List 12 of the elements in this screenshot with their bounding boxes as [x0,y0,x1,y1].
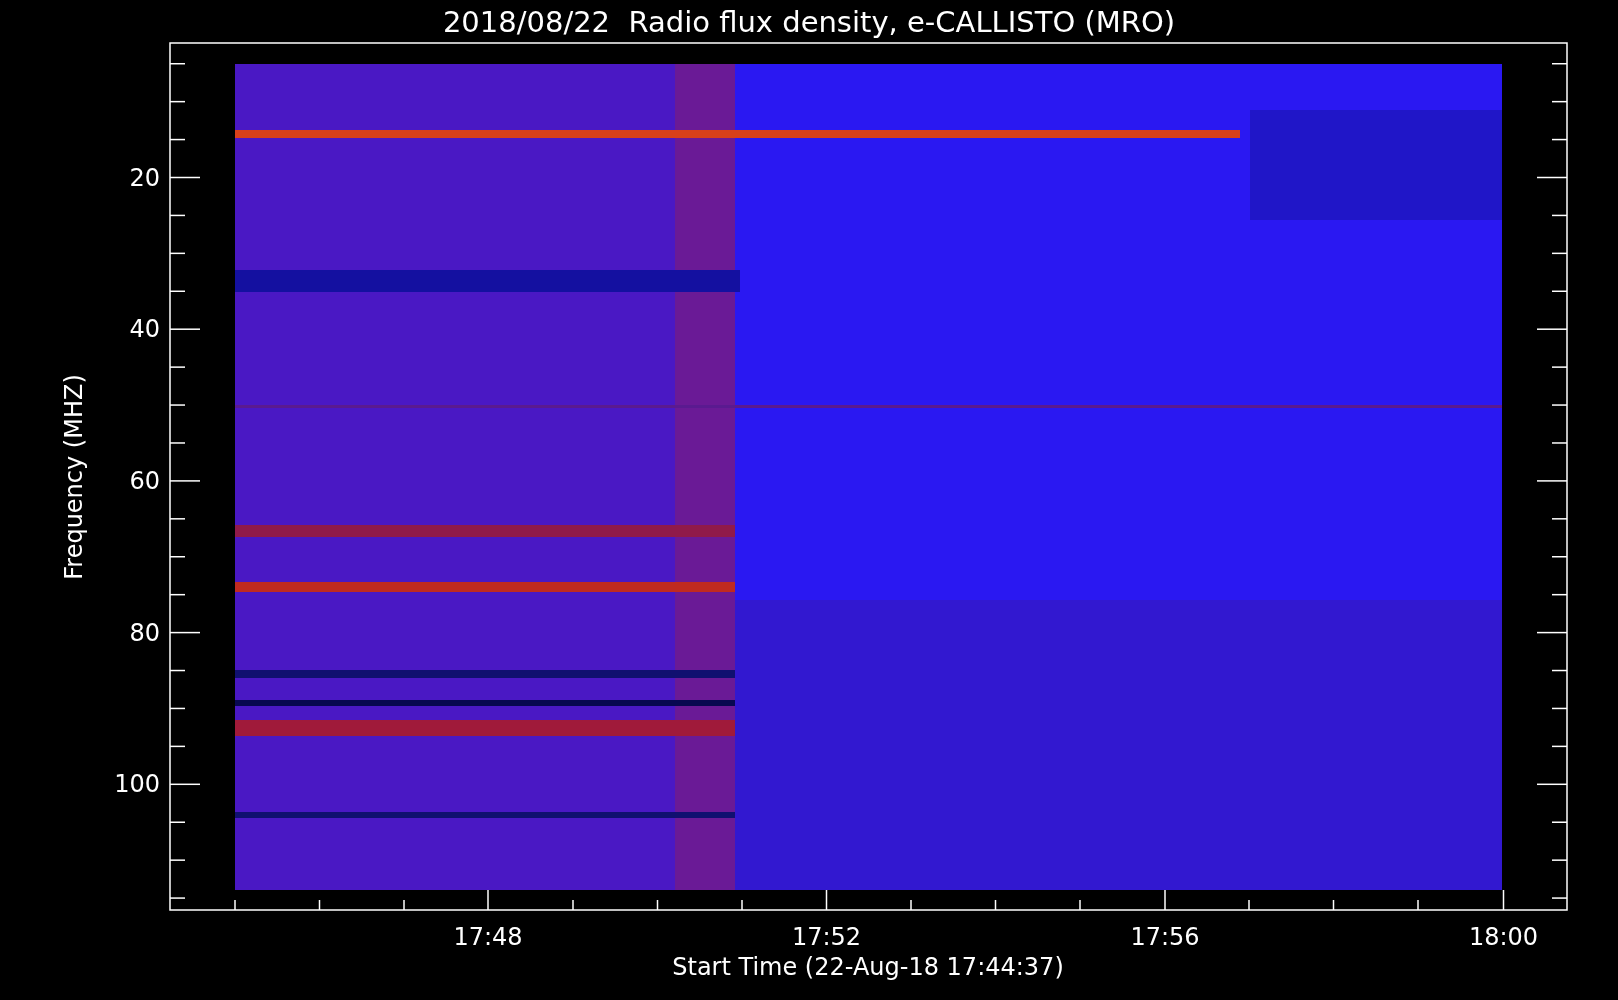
y-tick-label: 40 [129,315,160,344]
x-tick-label: 18:00 [1468,923,1539,951]
x-tick-label: 17:52 [791,923,862,951]
y-axis-label: Frequency (MHZ) [60,374,88,580]
y-tick-label: 60 [129,466,160,495]
chart-title: 2018/08/22 Radio flux density, e-CALLISTO (MRO) [442,5,1176,39]
y-tick-label: 100 [114,770,160,799]
x-axis-label: Start Time (22-Aug-18 17:44:37) [672,953,1064,981]
x-tick-label: 17:56 [1130,923,1200,951]
x-tick-label: 17:48 [453,923,523,951]
y-tick-label: 80 [129,618,160,647]
y-tick-label: 20 [129,163,160,192]
